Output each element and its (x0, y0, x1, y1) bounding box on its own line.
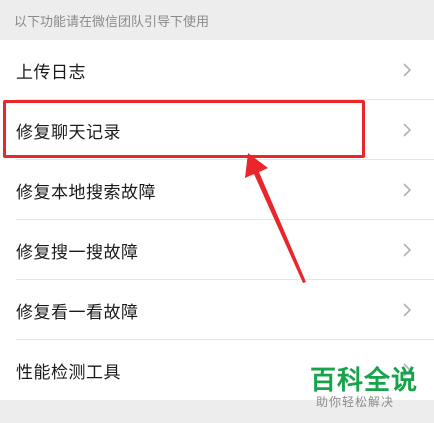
watermark-logo-text: 百科全说 (310, 366, 419, 396)
watermark-slogan: 助你轻松解决 (316, 395, 395, 409)
